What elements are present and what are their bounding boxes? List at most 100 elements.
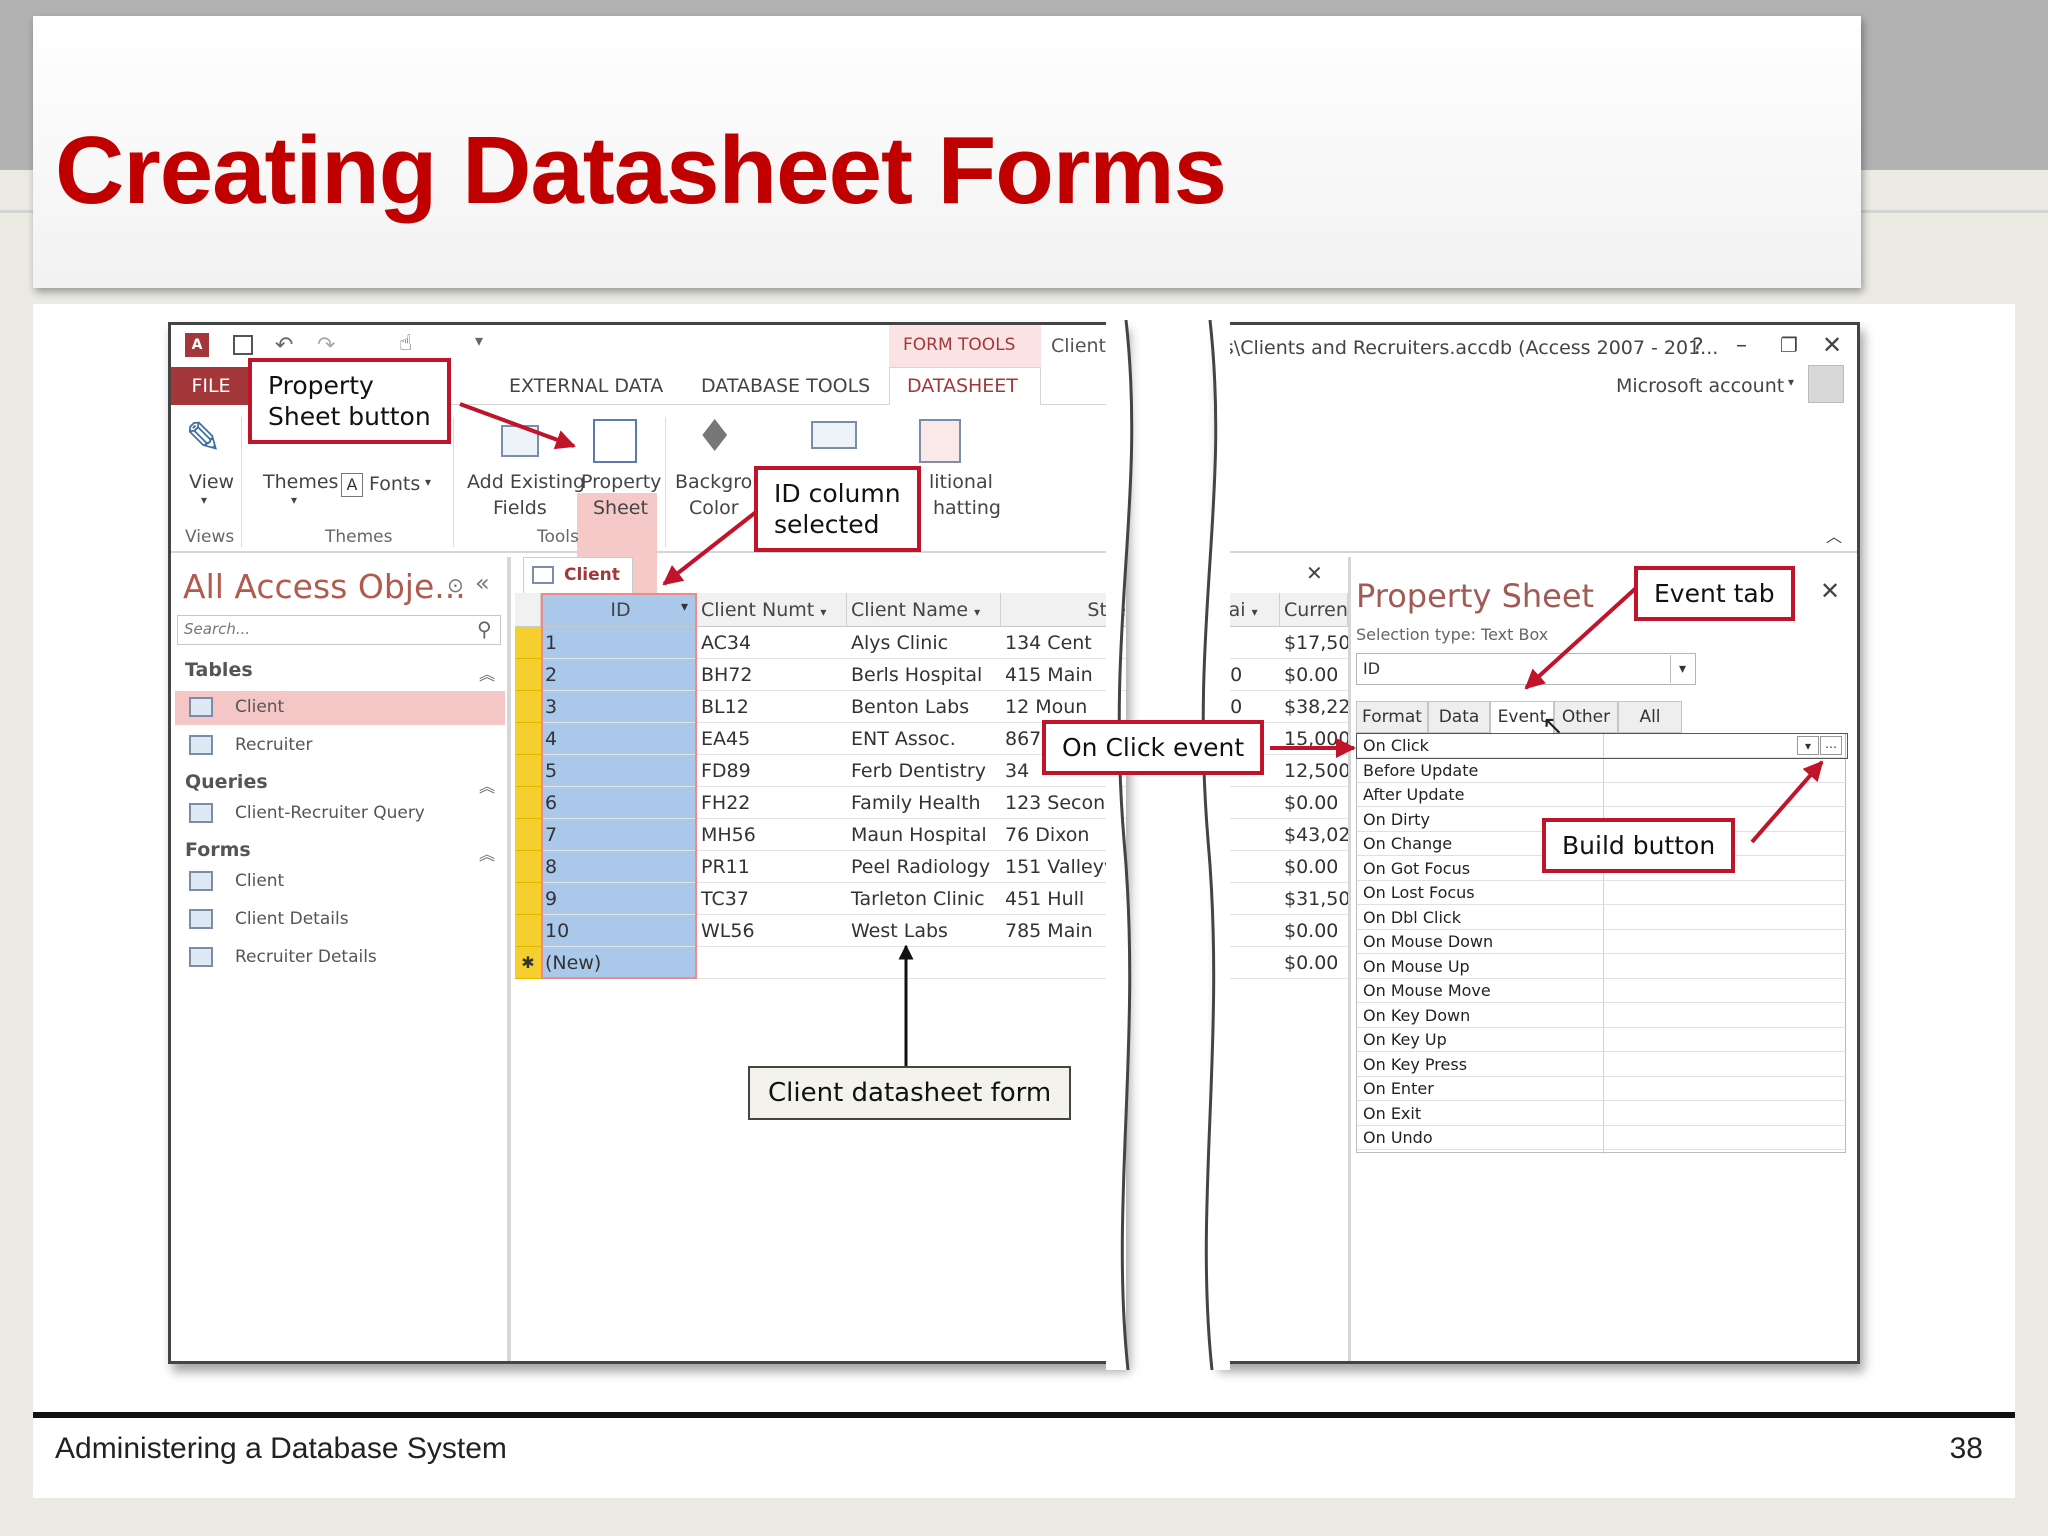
themes-dropdown-icon[interactable]: ▾ [291, 493, 297, 507]
property-sheet-label-2[interactable]: Sheet [593, 497, 648, 519]
nav-search-input[interactable]: Search... [177, 615, 501, 645]
row-selector[interactable] [515, 819, 541, 851]
row-selector[interactable] [515, 851, 541, 883]
nav-item-client-recruiter-query[interactable]: Client-Recruiter Query [175, 797, 505, 831]
help-icon[interactable]: ? [1692, 335, 1704, 360]
alternate-row-icon[interactable] [811, 421, 857, 449]
chevron-up-icon[interactable]: ︽ [479, 661, 495, 685]
tab-format[interactable]: Format [1356, 701, 1428, 733]
event-property-row[interactable]: On Undo [1357, 1126, 1847, 1150]
chevron-up-icon[interactable]: ︽ [479, 773, 495, 797]
tab-datasheet[interactable]: DATASHEET [907, 375, 1018, 397]
table-cell[interactable]: $0.00 [1280, 947, 1348, 979]
account-dropdown-icon[interactable]: ▾ [1788, 375, 1794, 389]
redo-icon[interactable]: ↷ [317, 333, 335, 358]
dropdown-icon[interactable]: ▾ [1252, 605, 1258, 619]
event-property-row[interactable]: After Update [1357, 783, 1847, 807]
event-property-row[interactable]: On Key Press [1357, 1053, 1847, 1077]
table-cell[interactable]: AC34 [697, 627, 847, 659]
selection-combo[interactable]: ID [1356, 653, 1696, 685]
new-record-cell[interactable] [697, 947, 847, 979]
tab-all[interactable]: All [1618, 701, 1682, 733]
event-property-row[interactable]: On Mouse Down [1357, 930, 1847, 954]
table-cell[interactable]: FD89 [697, 755, 847, 787]
themes-button[interactable]: Themes [263, 471, 338, 493]
view-icon[interactable]: ✎ [185, 413, 222, 464]
view-dropdown-icon[interactable]: ▾ [201, 493, 207, 507]
close-document-icon[interactable]: ✕ [1306, 561, 1323, 585]
nav-item-recruiter-details-form[interactable]: Recruiter Details [175, 941, 505, 975]
fonts-icon[interactable]: A [341, 473, 363, 497]
add-existing-fields-label-1[interactable]: Add Existing [467, 471, 585, 493]
property-sheet-close-icon[interactable]: ✕ [1820, 577, 1840, 605]
conditional-formatting-label-2[interactable]: hatting [933, 497, 1001, 519]
table-cell[interactable]: EA45 [697, 723, 847, 755]
row-selector[interactable]: ✱ [515, 947, 541, 979]
collapse-icon[interactable]: « [475, 569, 490, 597]
nav-section-forms[interactable]: Forms [185, 839, 251, 861]
column-header-current[interactable]: Current [1280, 593, 1348, 627]
background-color-label-1[interactable]: Backgrou [675, 471, 764, 493]
table-cell[interactable]: $43,025 [1280, 819, 1348, 851]
conditional-formatting-label-1[interactable]: litional [929, 471, 993, 493]
table-cell[interactable]: PR11 [697, 851, 847, 883]
customize-qat-icon[interactable]: ▾ [475, 331, 483, 350]
table-cell[interactable]: Alys Clinic [847, 627, 1001, 659]
dropdown-icon[interactable]: ▾ [820, 605, 826, 619]
minimize-icon[interactable]: – [1736, 333, 1747, 358]
property-sheet-icon[interactable] [593, 419, 637, 463]
table-cell[interactable]: TC37 [697, 883, 847, 915]
document-tab-client[interactable]: Client [523, 557, 633, 593]
table-cell[interactable]: 12,500 [1280, 755, 1348, 787]
combo-dropdown-icon[interactable]: ▾ [1670, 655, 1694, 683]
event-property-row[interactable]: On Mouse Up [1357, 955, 1847, 979]
table-cell[interactable]: West Labs [847, 915, 1001, 947]
table-cell[interactable]: $0.00 [1280, 659, 1348, 691]
table-cell[interactable]: ENT Assoc. [847, 723, 1001, 755]
row-selector[interactable] [515, 723, 541, 755]
tab-external-data[interactable]: EXTERNAL DATA [509, 375, 663, 397]
table-cell[interactable]: $0.00 [1280, 787, 1348, 819]
on-click-dropdown-icon[interactable]: ▾ [1797, 736, 1819, 755]
event-property-row[interactable]: On Enter [1357, 1077, 1847, 1101]
table-cell[interactable]: $0.00 [1280, 851, 1348, 883]
background-color-icon[interactable]: ♦ [695, 411, 734, 462]
nav-pane-title[interactable]: All Access Obje... [183, 567, 466, 606]
fonts-button[interactable]: Fonts [369, 473, 420, 495]
restore-icon[interactable]: ❐ [1780, 333, 1798, 357]
conditional-formatting-icon[interactable] [919, 419, 961, 463]
event-property-row[interactable]: On Mouse Move [1357, 979, 1847, 1003]
event-property-row[interactable]: Before Update [1357, 759, 1847, 783]
close-icon[interactable]: ✕ [1822, 331, 1842, 359]
event-property-row[interactable]: On Exit [1357, 1102, 1847, 1126]
nav-item-recruiter-table[interactable]: Recruiter [175, 729, 505, 763]
nav-item-client-details-form[interactable]: Client Details [175, 903, 505, 937]
row-selector[interactable] [515, 883, 541, 915]
property-sheet-label-1[interactable]: Property [581, 471, 661, 493]
column-header-client-name[interactable]: Client Name ▾ [847, 593, 1001, 627]
nav-section-queries[interactable]: Queries [185, 771, 268, 793]
chevron-up-icon[interactable]: ︽ [479, 841, 495, 865]
event-property-row[interactable]: On Lost Focus [1357, 881, 1847, 905]
table-cell[interactable]: Benton Labs [847, 691, 1001, 723]
table-cell[interactable]: $17,500 [1280, 627, 1348, 659]
row-selector[interactable] [515, 915, 541, 947]
row-selector[interactable] [515, 691, 541, 723]
nav-item-client-table[interactable]: Client [175, 691, 505, 725]
event-property-row[interactable]: On Dbl Click [1357, 906, 1847, 930]
column-header-client-number[interactable]: Client Numt ▾ [697, 593, 847, 627]
build-button[interactable]: … [1820, 736, 1842, 755]
add-existing-fields-icon[interactable] [501, 425, 539, 457]
table-cell[interactable]: 15,000 [1280, 723, 1348, 755]
tab-data[interactable]: Data [1428, 701, 1490, 733]
row-selector[interactable] [515, 755, 541, 787]
touch-mode-icon[interactable]: ☝ [399, 331, 412, 356]
search-icon[interactable]: ⚲ [477, 617, 492, 641]
collapse-ribbon-icon[interactable]: ︿ [1826, 523, 1842, 547]
row-selector[interactable] [515, 787, 541, 819]
fonts-dropdown-icon[interactable]: ▾ [425, 475, 431, 489]
tab-file[interactable]: FILE [171, 367, 251, 405]
event-property-row[interactable]: On Click [1356, 733, 1848, 759]
table-cell[interactable]: WL56 [697, 915, 847, 947]
nav-menu-icon[interactable]: ⊙ [447, 573, 464, 597]
